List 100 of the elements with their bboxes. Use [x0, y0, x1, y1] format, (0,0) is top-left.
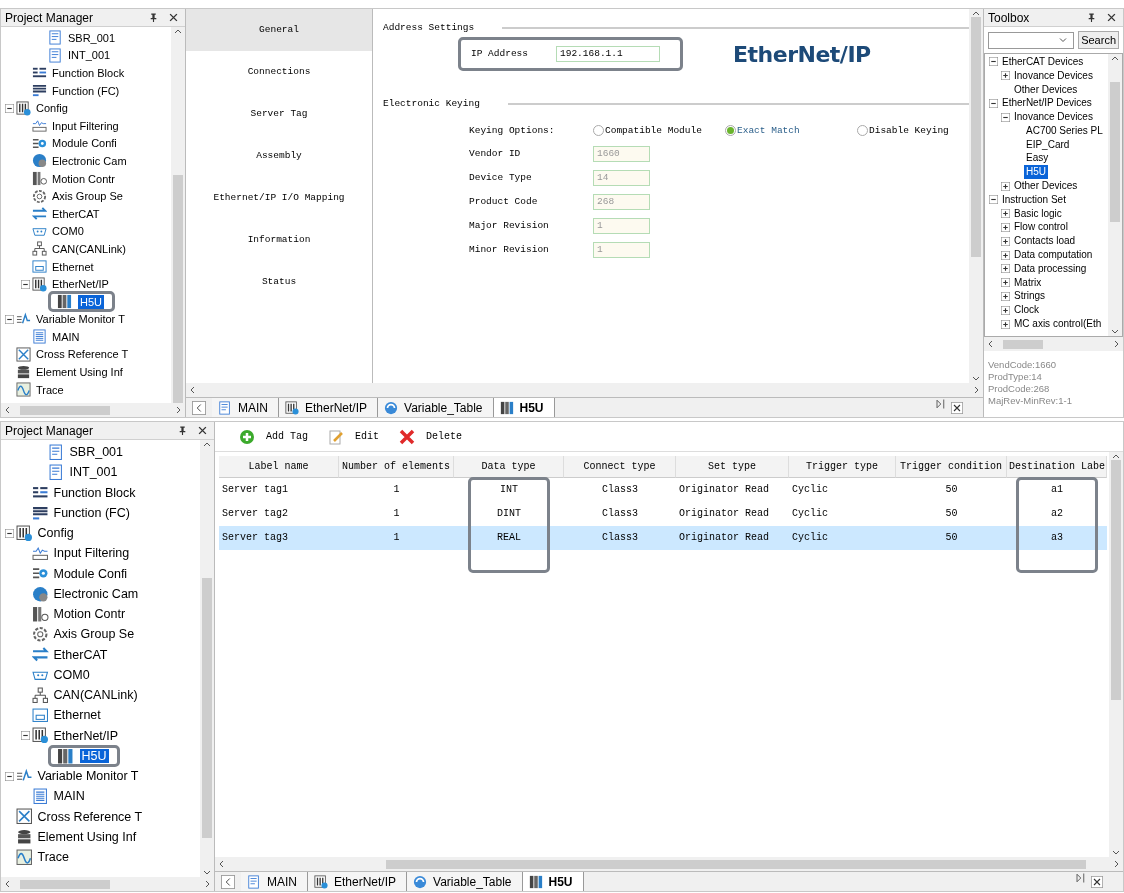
editor-tab[interactable]: Variable_Table: [407, 872, 523, 891]
tree-item[interactable]: Electronic Cam: [50, 153, 129, 168]
tree-item[interactable]: COM0: [50, 224, 86, 239]
tree-item[interactable]: Function Block: [51, 485, 138, 500]
tree-item[interactable]: Contacts load: [1012, 234, 1078, 249]
tree-item[interactable]: SBR_001: [67, 445, 125, 460]
tree-item[interactable]: Inovance Devices: [1012, 110, 1095, 125]
tree-item[interactable]: Input Filtering: [51, 546, 132, 561]
tree-item[interactable]: Function (FC): [51, 505, 132, 520]
tree-item[interactable]: Ethernet: [51, 708, 103, 723]
scroll-up-icon[interactable]: [174, 27, 182, 35]
tree-item[interactable]: Config: [35, 526, 76, 541]
tree-item[interactable]: Element Using Inf: [34, 365, 125, 380]
toolbar-button[interactable]: Add Tag: [229, 428, 318, 445]
tree-item[interactable]: CAN(CANLink): [50, 241, 128, 256]
tree-item[interactable]: Clock: [1012, 303, 1041, 318]
scroll-right-icon[interactable]: [174, 406, 182, 414]
nav-item[interactable]: General: [186, 9, 372, 51]
tree-item[interactable]: SBR_001: [66, 30, 118, 45]
tree-item[interactable]: Trace: [34, 382, 66, 397]
column-header[interactable]: Data type: [454, 456, 564, 478]
tree-item[interactable]: EtherNet/IP: [50, 277, 111, 292]
scroll-right-icon[interactable]: [972, 386, 980, 394]
radio-button[interactable]: Compatible Module: [593, 123, 725, 138]
expand-toggle[interactable]: [1001, 264, 1010, 274]
tree-item[interactable]: Data processing: [1012, 261, 1089, 276]
tree-item[interactable]: MC axis control(Eth: [1012, 317, 1104, 332]
expand-toggle[interactable]: [1001, 181, 1010, 191]
tree-item[interactable]: Electronic Cam: [51, 586, 141, 601]
scroll-left-icon[interactable]: [221, 875, 235, 889]
collapse-toggle[interactable]: [989, 57, 998, 67]
expand-toggle[interactable]: [1001, 236, 1010, 246]
close-icon[interactable]: [169, 13, 178, 22]
tree-item[interactable]: Module Confi: [51, 566, 130, 581]
tree-item[interactable]: Function Block: [50, 66, 127, 80]
column-header[interactable]: Number of elements: [339, 456, 454, 478]
editor-tab[interactable]: EtherNet/IP: [308, 872, 408, 891]
tree-item[interactable]: Strings: [1012, 289, 1048, 304]
tree-item[interactable]: Variable Monitor T: [34, 312, 127, 327]
tree-item[interactable]: H5U: [79, 748, 109, 763]
tree-item[interactable]: AC700 Series PL: [1024, 123, 1105, 138]
pin-icon[interactable]: [1087, 13, 1096, 22]
scroll-left-icon[interactable]: [218, 860, 226, 868]
scroll-right-icon[interactable]: [1074, 872, 1086, 884]
horizontal-scrollbar[interactable]: [186, 383, 983, 397]
column-header[interactable]: Destination Labe: [1007, 456, 1107, 478]
collapse-toggle[interactable]: [21, 279, 30, 289]
tree-item[interactable]: Data computation: [1012, 248, 1095, 263]
collapse-toggle[interactable]: [5, 103, 14, 113]
collapse-toggle[interactable]: [5, 314, 14, 324]
tree-item[interactable]: EIP_Card: [1024, 137, 1072, 152]
tree-item[interactable]: Other Devices: [1012, 82, 1080, 97]
tree-item[interactable]: Matrix: [1012, 275, 1044, 290]
tree-item[interactable]: MAIN: [50, 329, 82, 344]
vertical-scrollbar[interactable]: [1109, 452, 1123, 857]
radio-button[interactable]: Disable Keying: [857, 123, 949, 138]
tree-item[interactable]: EtherNet/IP Devices: [1000, 96, 1094, 111]
tree-item[interactable]: Basic logic: [1012, 206, 1064, 221]
tree-item[interactable]: Cross Reference T: [34, 347, 131, 362]
collapse-toggle[interactable]: [989, 195, 998, 205]
collapse-toggle[interactable]: [989, 98, 998, 108]
scroll-left-icon[interactable]: [189, 386, 197, 394]
collapse-toggle[interactable]: [21, 731, 30, 741]
tree-item[interactable]: EtherCAT: [50, 206, 102, 221]
tree-item[interactable]: EtherNet/IP: [51, 728, 121, 743]
scroll-down-icon[interactable]: [1112, 849, 1120, 857]
tree-item[interactable]: Inovance Devices: [1012, 68, 1095, 83]
tree-item[interactable]: Axis Group Se: [51, 627, 137, 642]
tree-item[interactable]: INT_001: [66, 48, 113, 63]
tree-item[interactable]: Variable Monitor T: [35, 769, 141, 784]
table-row[interactable]: Server tag2 1 DINT Class3 Originator Read Cyclic 50 a2: [219, 502, 1107, 526]
column-header[interactable]: Trigger condition: [896, 456, 1007, 478]
table-row[interactable]: Server tag1 1 INT Class3 Originator Read Cyclic 50 a1: [219, 478, 1107, 502]
collapse-toggle[interactable]: [5, 771, 14, 781]
tree-item[interactable]: Config: [34, 101, 70, 116]
ip-address-field[interactable]: 192.168.1.1: [556, 46, 660, 63]
scroll-left-icon[interactable]: [192, 401, 206, 415]
tree-item[interactable]: EtherCAT Devices: [1000, 54, 1086, 69]
tree-item[interactable]: EtherCAT: [51, 647, 110, 662]
expand-toggle[interactable]: [1001, 319, 1010, 329]
horizontal-scrollbar[interactable]: [984, 337, 1123, 351]
tree-item[interactable]: Element Using Inf: [35, 829, 139, 844]
tree-item[interactable]: Input Filtering: [50, 118, 121, 133]
column-header[interactable]: Set type: [676, 456, 789, 478]
toolbar-button[interactable]: Delete: [389, 428, 473, 445]
tree-item[interactable]: Motion Contr: [51, 607, 128, 622]
vertical-scrollbar[interactable]: [1108, 54, 1122, 336]
pin-icon[interactable]: [149, 13, 158, 22]
expand-toggle[interactable]: [1001, 209, 1010, 219]
close-icon[interactable]: [1107, 13, 1116, 22]
radio-button[interactable]: Exact Match: [725, 123, 857, 138]
scroll-up-icon[interactable]: [1111, 54, 1119, 62]
tree-item[interactable]: CAN(CANLink): [51, 688, 140, 703]
expand-toggle[interactable]: [1001, 291, 1010, 301]
tree-item[interactable]: H5U: [78, 294, 104, 309]
scroll-up-icon[interactable]: [203, 440, 211, 448]
expand-toggle[interactable]: [1001, 250, 1010, 260]
tree-item[interactable]: Other Devices: [1012, 179, 1080, 194]
scroll-right-icon[interactable]: [1112, 860, 1120, 868]
collapse-toggle[interactable]: [1001, 112, 1010, 122]
